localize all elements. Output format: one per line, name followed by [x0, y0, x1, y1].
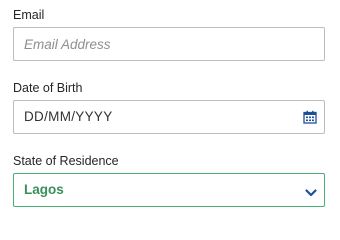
date-of-birth-field[interactable]: DD/MM/YYYY: [13, 100, 325, 134]
date-of-birth-value: DD/MM/YYYY: [24, 109, 113, 124]
email-input[interactable]: [14, 28, 324, 60]
calendar-icon[interactable]: [303, 110, 317, 124]
email-label: Email: [13, 8, 45, 22]
chevron-down-icon[interactable]: [305, 185, 317, 197]
state-of-residence-label: State of Residence: [13, 154, 119, 168]
email-field-container: [13, 27, 325, 61]
state-of-residence-select[interactable]: Lagos: [13, 173, 325, 207]
state-selected-value: Lagos: [24, 182, 64, 197]
date-of-birth-label: Date of Birth: [13, 81, 83, 95]
